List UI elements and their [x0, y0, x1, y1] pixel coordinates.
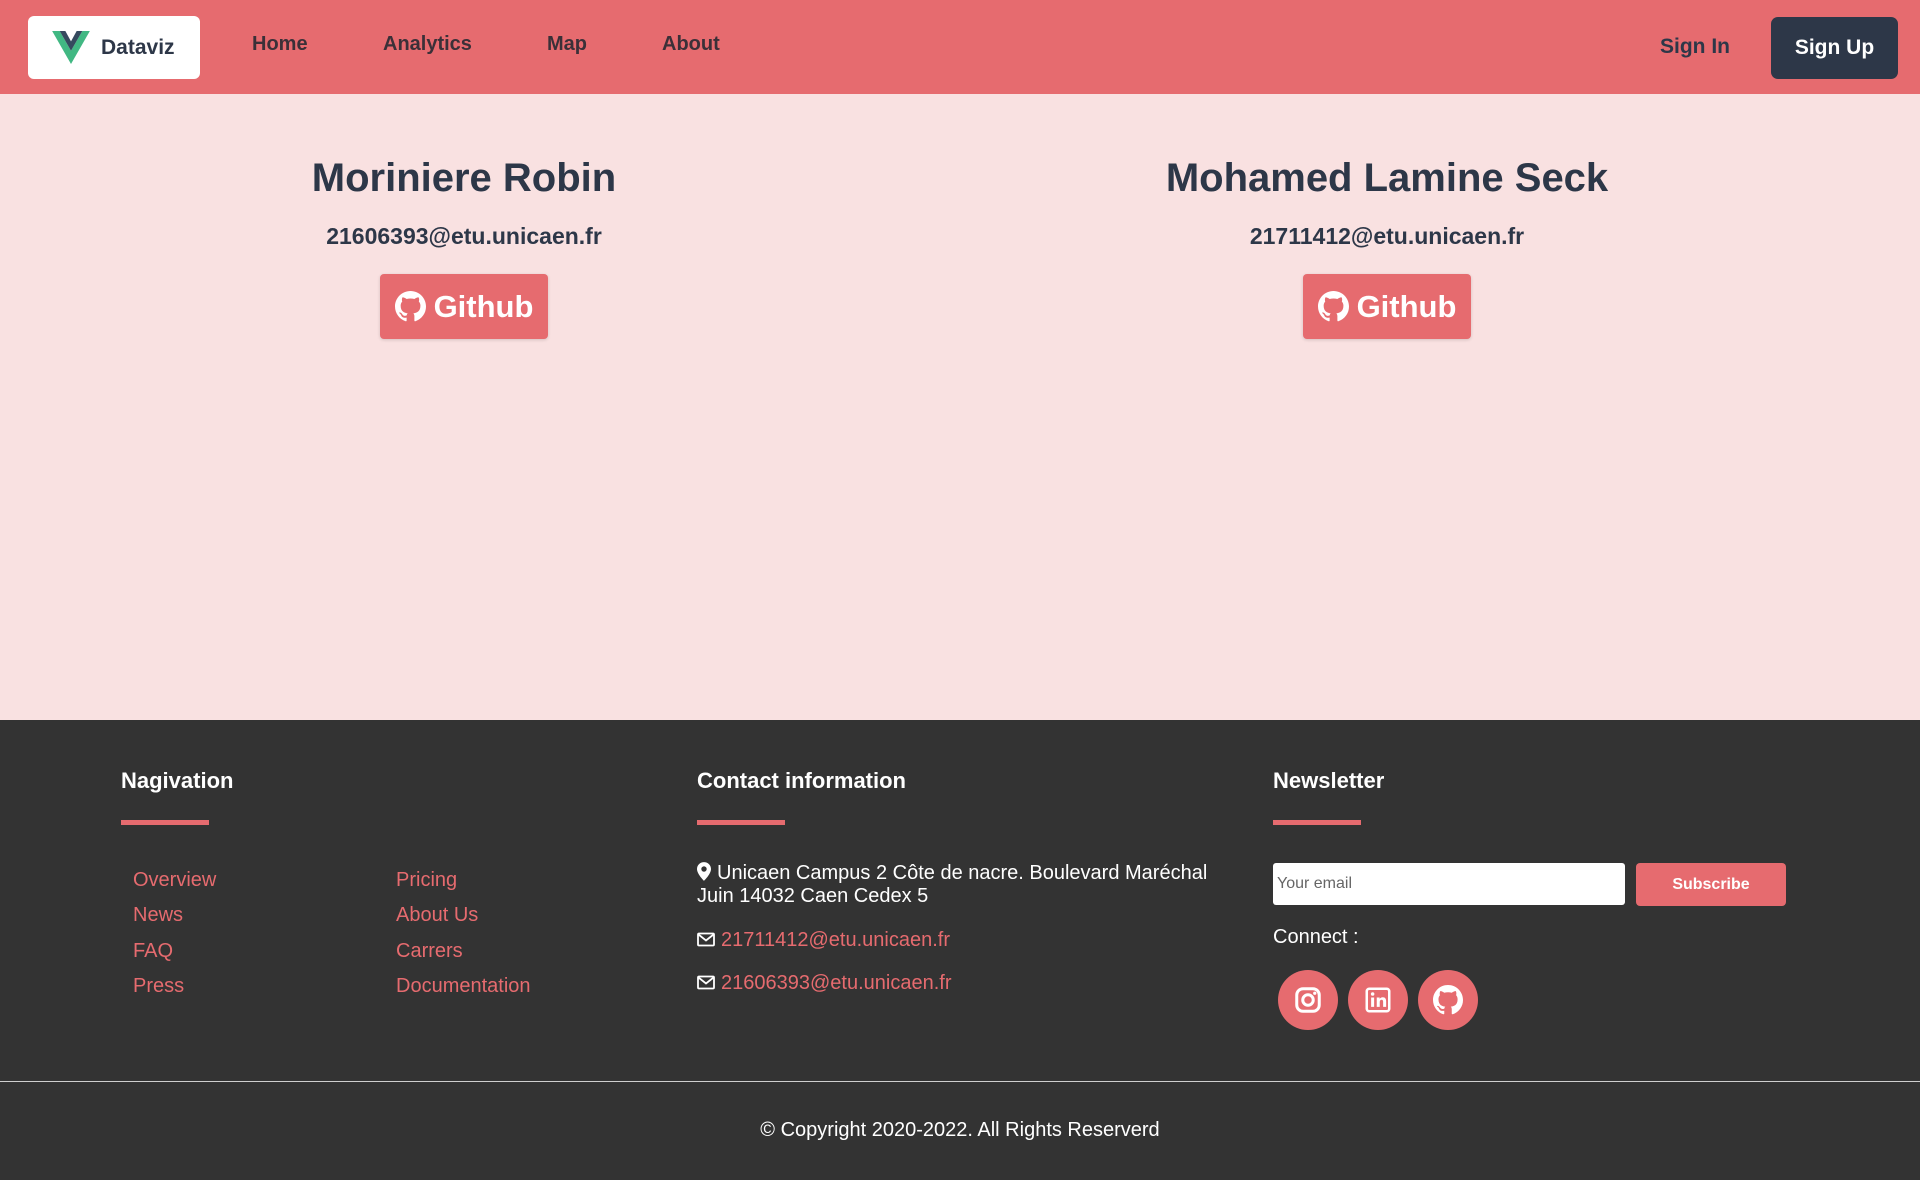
- linkedin-icon: [1365, 987, 1391, 1013]
- footer-nav-underline: [121, 820, 209, 825]
- sign-in-link[interactable]: Sign In: [1660, 35, 1730, 59]
- instagram-icon: [1295, 987, 1321, 1013]
- footer-link-overview[interactable]: Overview: [133, 869, 216, 892]
- github-button-label: Github: [1356, 288, 1457, 324]
- contact-address: Unicaen Campus 2 Côte de nacre. Boulevar…: [697, 862, 1237, 908]
- footer-contact-title: Contact information: [697, 768, 906, 793]
- nav-link-home[interactable]: Home: [252, 33, 308, 56]
- envelope-icon: [697, 975, 715, 990]
- github-icon: [1433, 985, 1463, 1015]
- github-icon: [1317, 291, 1349, 322]
- map-marker-icon: [697, 862, 711, 881]
- footer: Nagivation Overview News FAQ Press Prici…: [0, 720, 1920, 1180]
- team-member-card: Mohamed Lamine Seck 21711412@etu.unicaen…: [1087, 94, 1687, 339]
- contact-address-text: Unicaen Campus 2 Côte de nacre. Boulevar…: [697, 862, 1208, 907]
- nav-link-about[interactable]: About: [662, 33, 720, 56]
- team-member-card: Moriniere Robin 21606393@etu.unicaen.fr …: [164, 94, 764, 339]
- footer-link-news[interactable]: News: [133, 904, 183, 927]
- footer-link-documentation[interactable]: Documentation: [396, 975, 531, 998]
- github-button[interactable]: Github: [379, 274, 549, 339]
- github-button-label: Github: [433, 288, 534, 324]
- member-email: 21711412@etu.unicaen.fr: [1249, 223, 1525, 249]
- top-navbar: Dataviz Home Analytics Map About Sign In…: [0, 0, 1920, 94]
- nav-link-analytics[interactable]: Analytics: [383, 33, 472, 56]
- member-name: Mohamed Lamine Seck: [1165, 156, 1609, 200]
- github-button[interactable]: Github: [1302, 274, 1472, 339]
- vue-logo-icon: [52, 31, 90, 64]
- footer-divider: [0, 1081, 1920, 1082]
- contact-email-row[interactable]: 21711412@etu.unicaen.fr: [697, 929, 950, 952]
- contact-email-row[interactable]: 21606393@etu.unicaen.fr: [697, 972, 951, 995]
- instagram-button[interactable]: [1278, 970, 1338, 1030]
- footer-newsletter-title: Newsletter: [1273, 768, 1385, 793]
- contact-email-link[interactable]: 21606393@etu.unicaen.fr: [721, 972, 951, 994]
- footer-link-pricing[interactable]: Pricing: [396, 869, 457, 892]
- brand-logo-link[interactable]: Dataviz: [28, 16, 200, 79]
- footer-link-faq[interactable]: FAQ: [133, 940, 173, 963]
- brand-name: Dataviz: [101, 35, 175, 59]
- team-section: Moriniere Robin 21606393@etu.unicaen.fr …: [0, 94, 1920, 720]
- github-icon: [394, 291, 426, 322]
- footer-nav-title: Nagivation: [121, 768, 234, 793]
- github-social-button[interactable]: [1418, 970, 1478, 1030]
- member-email: 21606393@etu.unicaen.fr: [326, 223, 602, 249]
- footer-link-carrers[interactable]: Carrers: [396, 940, 463, 963]
- subscribe-button[interactable]: Subscribe: [1636, 863, 1786, 906]
- newsletter-email-input[interactable]: [1273, 863, 1625, 905]
- member-name: Moriniere Robin: [311, 156, 617, 200]
- linkedin-button[interactable]: [1348, 970, 1408, 1030]
- copyright-text: © Copyright 2020-2022. All Rights Reserv…: [760, 1119, 1160, 1141]
- footer-newsletter-underline: [1273, 820, 1361, 825]
- footer-contact-underline: [697, 820, 785, 825]
- footer-link-press[interactable]: Press: [133, 975, 184, 998]
- envelope-icon: [697, 932, 715, 947]
- contact-email-link[interactable]: 21711412@etu.unicaen.fr: [721, 929, 950, 951]
- sign-up-button[interactable]: Sign Up: [1771, 17, 1898, 79]
- footer-link-about-us[interactable]: About Us: [396, 904, 478, 927]
- connect-label: Connect :: [1273, 926, 1359, 948]
- nav-link-map[interactable]: Map: [547, 33, 587, 56]
